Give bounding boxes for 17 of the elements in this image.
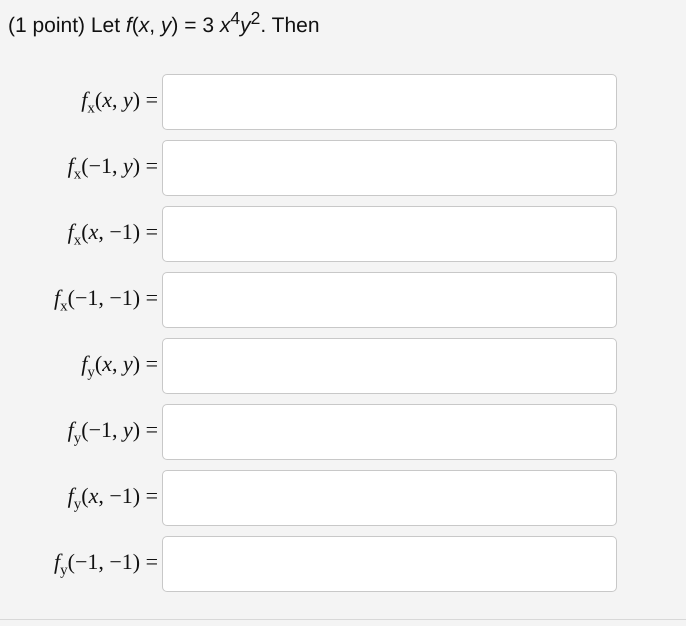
problem-statement: (1 point) Let f(x, y) = 3 x$^{4}$y$^{2}$. Then (8, 8, 320, 38)
answer-label: f$_{y}$(x, −1) = (66, 482, 158, 514)
answer-field[interactable] (162, 272, 617, 328)
answer-field[interactable] (162, 338, 617, 394)
answer-field[interactable] (162, 74, 617, 130)
answer-field[interactable] (162, 536, 617, 592)
answer-label: f$_{y}$(−1, −1) = (53, 548, 158, 580)
answer-label: f$_{x}$(−1, −1) = (53, 284, 158, 316)
answer-label: f$_{y}$(x, y) = (80, 350, 158, 382)
answer-label: f$_{x}$(−1, y) = (66, 152, 158, 184)
answer-label: f$_{x}$(x, −1) = (66, 218, 158, 250)
answer-field[interactable] (162, 470, 617, 526)
answer-field[interactable] (162, 140, 617, 196)
answer-field[interactable] (162, 404, 617, 460)
answer-field[interactable] (162, 206, 617, 262)
answer-label: f$_{y}$(−1, y) = (66, 416, 158, 448)
answer-label: f$_{x}$(x, y) = (80, 86, 158, 118)
